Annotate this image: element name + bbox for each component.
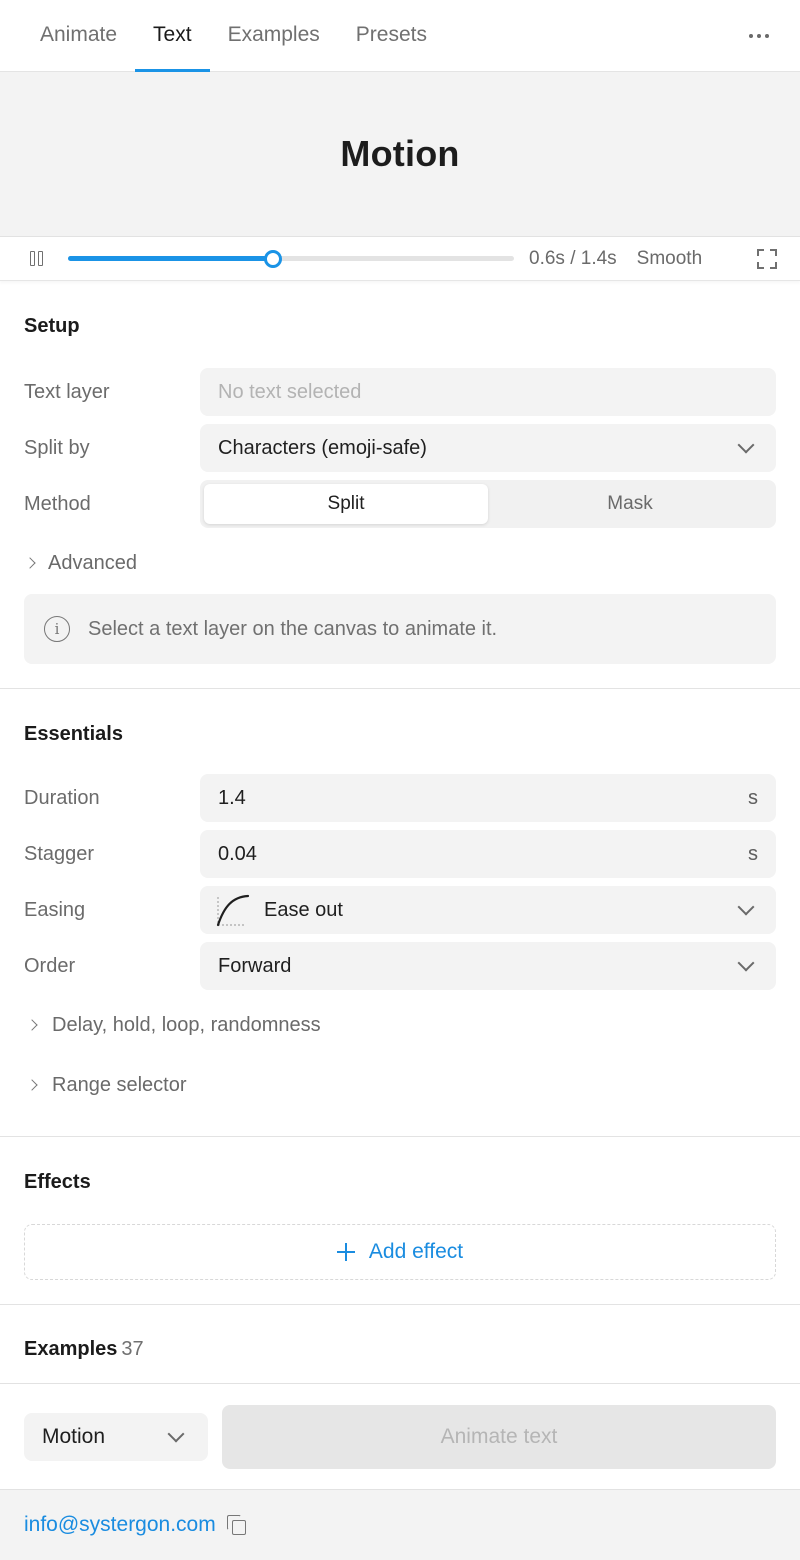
range-selector-toggle[interactable]: Range selector bbox=[24, 1070, 776, 1100]
examples-title: Examples 37 bbox=[24, 1338, 776, 1361]
method-split-option[interactable]: Split bbox=[204, 484, 488, 524]
chevron-right-icon bbox=[24, 557, 36, 569]
timeline-progress bbox=[68, 256, 274, 261]
playback-mode[interactable]: Smooth bbox=[637, 248, 702, 270]
tab-bar: Animate Text Examples Presets bbox=[0, 0, 800, 72]
chevron-right-icon bbox=[26, 1019, 38, 1031]
footer: info@systergon.com bbox=[0, 1489, 800, 1560]
essentials-section: Essentials Duration 1.4 s Stagger 0.04 s… bbox=[0, 689, 800, 1137]
time-readout: 0.6s / 1.4s bbox=[529, 247, 617, 269]
easing-select[interactable]: Ease out bbox=[200, 886, 776, 934]
ease-curve-icon bbox=[216, 894, 250, 927]
split-by-select[interactable]: Characters (emoji-safe) bbox=[200, 424, 776, 472]
advanced-label: Advanced bbox=[48, 551, 137, 574]
chevron-down-icon bbox=[737, 954, 755, 972]
stagger-input[interactable]: 0.04 s bbox=[200, 830, 776, 878]
duration-input[interactable]: 1.4 s bbox=[200, 774, 776, 822]
easing-row: Easing Ease out bbox=[24, 886, 776, 934]
range-selector-label: Range selector bbox=[52, 1073, 187, 1096]
examples-title-text: Examples bbox=[24, 1338, 118, 1360]
examples-section: Examples 37 bbox=[0, 1305, 800, 1361]
advanced-toggle[interactable]: Advanced bbox=[24, 548, 776, 578]
essentials-title: Essentials bbox=[24, 723, 123, 745]
timeline-slider[interactable] bbox=[68, 249, 514, 268]
chevron-down-icon bbox=[737, 898, 755, 916]
tab-examples[interactable]: Examples bbox=[210, 0, 338, 71]
stagger-row: Stagger 0.04 s bbox=[24, 830, 776, 878]
stagger-unit: s bbox=[748, 842, 758, 865]
chevron-down-icon bbox=[167, 1425, 185, 1442]
chevron-down-icon bbox=[737, 436, 755, 454]
duration-unit: s bbox=[748, 786, 758, 809]
pause-icon[interactable] bbox=[24, 247, 48, 271]
stagger-label: Stagger bbox=[24, 842, 95, 865]
more-options-icon[interactable] bbox=[744, 22, 774, 50]
bottom-action-bar: Motion Animate text bbox=[0, 1383, 800, 1489]
animate-text-button[interactable]: Animate text bbox=[222, 1404, 776, 1469]
text-layer-row: Text layer No text selected bbox=[24, 368, 776, 416]
info-message: i Select a text layer on the canvas to a… bbox=[24, 594, 776, 664]
order-label: Order bbox=[24, 954, 76, 977]
easing-value: Ease out bbox=[264, 898, 343, 921]
preview-canvas: Motion bbox=[0, 72, 800, 237]
setup-section: Setup Text layer No text selected Split … bbox=[0, 281, 800, 689]
effects-section: Effects Add effect bbox=[0, 1137, 800, 1305]
tab-presets[interactable]: Presets bbox=[338, 0, 445, 71]
timeline-thumb[interactable] bbox=[264, 249, 283, 268]
preset-select[interactable]: Motion bbox=[24, 1412, 208, 1461]
split-by-value: Characters (emoji-safe) bbox=[218, 436, 427, 459]
email-link[interactable]: info@systergon.com bbox=[24, 1513, 216, 1537]
examples-count: 37 bbox=[121, 1338, 144, 1360]
duration-value: 1.4 bbox=[218, 786, 246, 809]
duration-row: Duration 1.4 s bbox=[24, 774, 776, 822]
tab-animate[interactable]: Animate bbox=[22, 0, 135, 71]
preset-value: Motion bbox=[42, 1424, 106, 1448]
preview-text: Motion bbox=[340, 133, 460, 174]
easing-label: Easing bbox=[24, 898, 86, 921]
playback-bar: 0.6s / 1.4s Smooth bbox=[0, 237, 800, 281]
method-mask-option[interactable]: Mask bbox=[488, 484, 772, 524]
delay-hold-loop-toggle[interactable]: Delay, hold, loop, randomness bbox=[24, 1010, 776, 1040]
method-segmented-control: Split Mask bbox=[200, 480, 776, 528]
order-row: Order Forward bbox=[24, 942, 776, 990]
order-value: Forward bbox=[218, 954, 292, 977]
copy-icon[interactable] bbox=[226, 1514, 248, 1536]
delay-hold-loop-label: Delay, hold, loop, randomness bbox=[52, 1013, 321, 1036]
chevron-right-icon bbox=[26, 1079, 38, 1091]
setup-title: Setup bbox=[24, 315, 80, 337]
text-layer-label: Text layer bbox=[24, 380, 110, 403]
fullscreen-icon[interactable] bbox=[756, 248, 778, 270]
text-layer-field[interactable]: No text selected bbox=[200, 368, 776, 416]
split-by-label: Split by bbox=[24, 436, 90, 459]
effects-title: Effects bbox=[24, 1171, 91, 1193]
order-select[interactable]: Forward bbox=[200, 942, 776, 990]
split-by-row: Split by Characters (emoji-safe) bbox=[24, 424, 776, 472]
add-effect-button[interactable]: Add effect bbox=[24, 1224, 776, 1280]
plus-icon bbox=[336, 1243, 355, 1261]
info-text: Select a text layer on the canvas to ani… bbox=[88, 617, 498, 640]
tab-text[interactable]: Text bbox=[135, 0, 210, 72]
method-row: Method Split Mask bbox=[24, 480, 776, 528]
stagger-value: 0.04 bbox=[218, 842, 257, 865]
method-label: Method bbox=[24, 492, 91, 515]
info-icon: i bbox=[44, 616, 70, 642]
duration-label: Duration bbox=[24, 786, 100, 809]
add-effect-label: Add effect bbox=[368, 1240, 464, 1263]
